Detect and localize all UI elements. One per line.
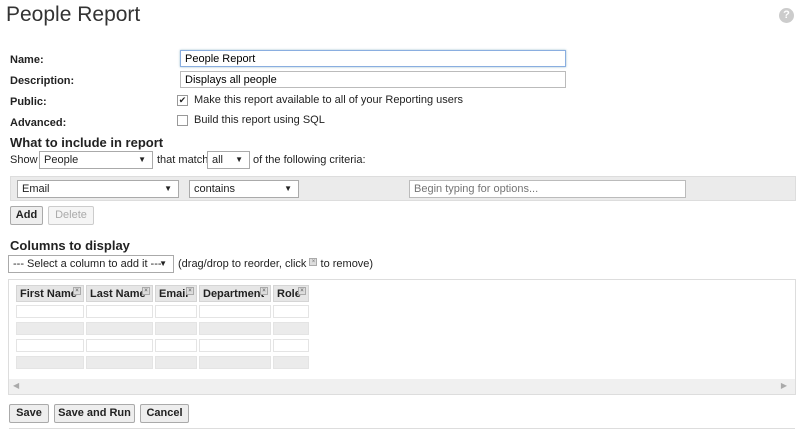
grid-placeholder-cell: [16, 339, 84, 352]
hint-text: (drag/drop to reorder, click: [178, 258, 307, 270]
grid-placeholder-cell: [86, 356, 153, 369]
advanced-label: Advanced:: [10, 117, 67, 129]
grid-placeholder-cell: [16, 305, 84, 318]
grid-placeholder-cell: [273, 356, 309, 369]
public-checkbox[interactable]: ✔: [177, 95, 188, 106]
grid-placeholder-cell: [86, 322, 153, 335]
remove-column-icon[interactable]: ×: [298, 287, 306, 295]
criteria-suffix: of the following criteria:: [253, 154, 366, 166]
remove-column-icon[interactable]: ×: [186, 287, 194, 295]
entity-select[interactable]: People ▼: [39, 151, 153, 169]
horizontal-scrollbar[interactable]: ◀ ▶: [9, 379, 795, 394]
match-value: all: [212, 154, 224, 166]
field-value: Email: [22, 183, 50, 195]
grid-placeholder-cell: [155, 339, 197, 352]
name-input[interactable]: [180, 50, 566, 67]
operator-select[interactable]: contains ▼: [189, 180, 299, 198]
grid-placeholder-cell: [199, 322, 271, 335]
hint-text: to remove): [320, 258, 374, 270]
chevron-down-icon: ▼: [284, 184, 292, 193]
chevron-down-icon: ▼: [159, 259, 167, 268]
match-select[interactable]: all ▼: [207, 151, 250, 169]
chevron-down-icon: ▼: [138, 155, 146, 164]
criteria-value-input[interactable]: [409, 180, 686, 198]
name-label: Name:: [10, 54, 44, 66]
column-header-label: Last Name: [90, 288, 146, 300]
operator-value: contains: [194, 183, 235, 195]
scroll-right-icon[interactable]: ▶: [781, 381, 787, 390]
columns-heading: Columns to display: [10, 238, 130, 253]
grid-placeholder-cell: [155, 356, 197, 369]
grid-placeholder-cell: [199, 356, 271, 369]
save-button[interactable]: Save: [9, 404, 49, 423]
chevron-down-icon: ▼: [235, 155, 243, 164]
page-title: People Report: [6, 3, 141, 26]
entity-value: People: [44, 154, 79, 166]
remove-column-icon[interactable]: ×: [73, 287, 81, 295]
columns-hint: (drag/drop to reorder, click × to remove…: [178, 258, 373, 270]
column-select-value: --- Select a column to add it ---: [13, 258, 162, 270]
cancel-button[interactable]: Cancel: [140, 404, 189, 423]
grid-placeholder-cell: [86, 339, 153, 352]
chevron-down-icon: ▼: [164, 184, 172, 193]
description-input[interactable]: [180, 71, 566, 88]
grid-placeholder-cell: [199, 305, 271, 318]
column-header-department[interactable]: Department ×: [199, 285, 271, 302]
column-header-label: First Name: [20, 288, 77, 300]
remove-column-icon[interactable]: ×: [142, 287, 150, 295]
scroll-left-icon[interactable]: ◀: [13, 381, 19, 390]
remove-column-icon[interactable]: ×: [260, 287, 268, 295]
delete-button[interactable]: Delete: [48, 206, 94, 225]
public-label: Public:: [10, 96, 47, 108]
advanced-checkbox[interactable]: [177, 115, 188, 126]
grid-placeholder-cell: [155, 305, 197, 318]
grid-placeholder-cell: [273, 339, 309, 352]
description-label: Description:: [10, 75, 75, 87]
column-header-role[interactable]: Role ×: [273, 285, 309, 302]
divider: [9, 428, 795, 429]
that-match-label: that match: [157, 154, 209, 166]
grid-placeholder-cell: [16, 322, 84, 335]
save-and-run-button[interactable]: Save and Run: [54, 404, 135, 423]
criteria-heading: What to include in report: [10, 135, 164, 150]
grid-placeholder-cell: [199, 339, 271, 352]
add-button[interactable]: Add: [10, 206, 43, 225]
column-header-label: Department: [203, 288, 265, 300]
column-header-email[interactable]: Email ×: [155, 285, 197, 302]
column-select[interactable]: --- Select a column to add it --- ▼: [8, 255, 174, 273]
field-select[interactable]: Email ▼: [17, 180, 179, 198]
public-text: Make this report available to all of you…: [194, 94, 464, 106]
grid-placeholder-cell: [155, 322, 197, 335]
show-label: Show: [10, 154, 38, 166]
remove-icon: ×: [309, 258, 318, 266]
grid-placeholder-cell: [86, 305, 153, 318]
grid-placeholder-cell: [273, 322, 309, 335]
column-header-last-name[interactable]: Last Name ×: [86, 285, 153, 302]
column-header-first-name[interactable]: First Name ×: [16, 285, 84, 302]
advanced-text: Build this report using SQL: [194, 114, 325, 126]
help-icon[interactable]: ?: [779, 8, 794, 23]
column-header-label: Email: [159, 288, 189, 300]
grid-placeholder-cell: [16, 356, 84, 369]
grid-placeholder-cell: [273, 305, 309, 318]
